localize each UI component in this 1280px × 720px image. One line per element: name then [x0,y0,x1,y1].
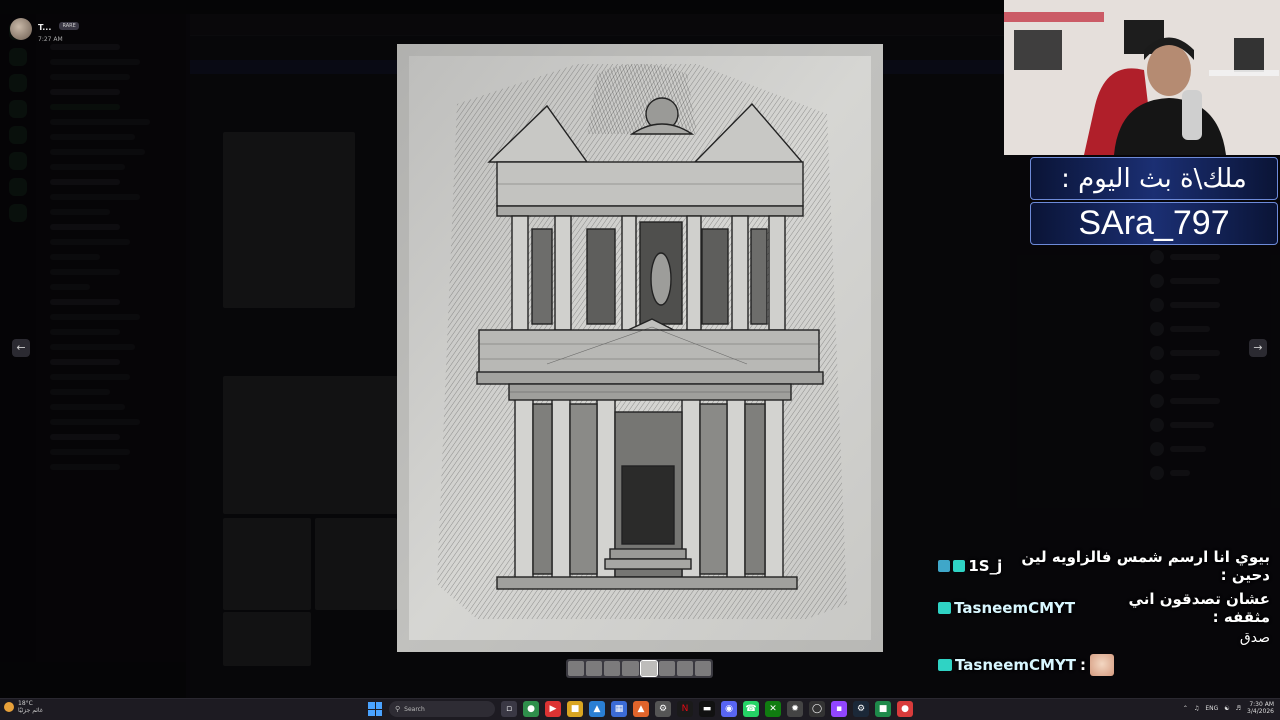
photos-icon[interactable]: ▲ [589,701,605,717]
banner-title: ملك\ة بث اليوم : [1061,163,1247,194]
app-red-icon[interactable]: ● [897,701,913,717]
steam-icon[interactable]: ⚙ [853,701,869,717]
arrow-right-icon: → [1253,341,1263,354]
microphone-icon[interactable]: ♫ [1194,705,1199,712]
image-thumbnail[interactable] [604,661,621,676]
previous-image-button[interactable]: ← [12,339,30,357]
webcam-scene [1004,0,1280,155]
capcut-icon[interactable]: ▬ [699,701,715,717]
start-button[interactable] [367,701,383,717]
chat-text: : [1080,656,1087,674]
system-tray: ⌃ ♫ ENG ☯ ♬ 7:30 AM 3/4/2026 [1183,701,1274,715]
task-view-icon[interactable]: ▫ [501,701,517,717]
chat-text-continuation: صدق [1239,630,1270,646]
message-time: 7:27 AM [38,36,63,43]
chat-username: TasneemCMYT [955,656,1077,674]
stream-banner: ملك\ة بث اليوم : SAra_797 [1030,157,1278,245]
chat-text: بيوي انا ارسم شمس فالزاويه لين دحين : [1021,548,1270,584]
image-thumbnail[interactable] [658,661,675,676]
badge-icon [938,659,952,671]
chevron-up-icon[interactable]: ⌃ [1183,705,1188,712]
whatsapp-icon[interactable]: ☎ [743,701,759,717]
obs-icon[interactable]: ◯ [809,701,825,717]
taskbar-apps: ⚲ Search ▫ ● ▶ ■ ▲ ▦ ▲ ⚙ N ▬ ◉ ☎ ✕ ✹ ◯ ▪… [367,701,913,717]
image-thumbnail[interactable] [676,661,693,676]
language-indicator[interactable]: ENG [1205,705,1218,712]
brave-icon[interactable]: ▲ [633,701,649,717]
clock-time: 7:30 AM [1249,701,1274,708]
image-thumbnail[interactable] [586,661,603,676]
wifi-icon[interactable]: ☯ [1224,705,1229,712]
author-avatar[interactable] [10,18,32,40]
chat-username: 1S_j [968,557,1003,575]
chatgpt-icon[interactable]: ✹ [787,701,803,717]
file-explorer-icon[interactable]: ■ [567,701,583,717]
image-thumbnail[interactable] [639,660,658,677]
badge-icon [938,560,951,572]
next-image-button[interactable]: → [1249,339,1267,357]
image-thumbnail[interactable] [568,661,585,676]
image-thumbnail[interactable] [622,661,639,676]
author-name[interactable]: T... [38,23,51,32]
app-green-icon[interactable]: ■ [875,701,891,717]
store-icon[interactable]: ▦ [611,701,627,717]
weather-temp: 18°C [18,700,33,707]
chat-message: TasneemCMYT عشان تصدقون اني مثقفه : [938,590,1270,626]
chat-message: TasneemCMYT : [938,654,1270,676]
netflix-icon[interactable]: N [677,701,693,717]
chat-message: 1S_j بيوي انا ارسم شمس فالزاويه لين دحين… [938,548,1270,584]
author-tag: RARE [59,21,79,30]
volume-icon[interactable]: ♬ [1236,705,1241,712]
weather-description: غائم جزئيًا [18,707,43,714]
image-thumbnail[interactable] [694,661,711,676]
thumbnail-strip [566,659,713,678]
discord-icon[interactable]: ◉ [721,701,737,717]
face-emote [1090,654,1115,676]
settings-icon[interactable]: ⚙ [655,701,671,717]
image-author-header: T... RARE 7:27 AM [10,15,79,43]
weather-sun-icon [4,702,14,712]
youtube-icon[interactable]: ▶ [545,701,561,717]
badge-icon [953,560,966,572]
clock-date: 3/4/2026 [1247,708,1274,715]
chat-text: عشان تصدقون اني مثقفه : [1128,590,1270,626]
weather-widget[interactable]: 18°C غائم جزئيًا [4,700,43,714]
badge-icon [938,602,952,614]
search-placeholder: Search [404,705,425,713]
streamer-webcam [1004,0,1280,155]
twitch-icon[interactable]: ▪ [831,701,847,717]
petra-sketch-drawing [397,44,883,652]
chrome-icon[interactable]: ● [523,701,539,717]
banner-username: SAra_797 [1078,204,1230,242]
windows-taskbar: 18°C غائم جزئيًا ⚲ Search ▫ ● ▶ ■ ▲ ▦ ▲ … [0,698,1280,720]
clock[interactable]: 7:30 AM 3/4/2026 [1247,701,1274,715]
screen: T... RARE 7:27 AM ← → ملك\ة بث اليوم: S… [0,0,1280,720]
stream-chat-overlay: 1S_j بيوي انا ارسم شمس فالزاويه لين دحين… [938,548,1270,682]
arrow-left-icon: ← [16,341,26,354]
chat-username: TasneemCMYT [954,599,1076,617]
lightbox-image[interactable] [397,44,883,652]
search-icon: ⚲ [395,705,401,713]
xbox-icon[interactable]: ✕ [765,701,781,717]
windows-logo-icon [368,702,382,716]
taskbar-search[interactable]: ⚲ Search [389,701,495,717]
